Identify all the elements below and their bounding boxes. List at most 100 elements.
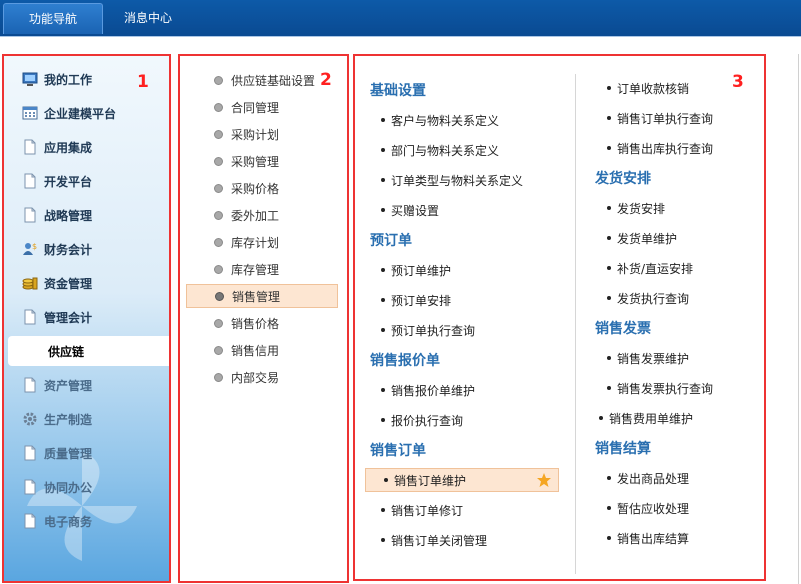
function-link[interactable]: 买赠设置 — [381, 198, 439, 222]
function-link-label: 销售出库结算 — [617, 531, 690, 546]
sidebar-item-dev-platform[interactable]: 开发平台 — [4, 166, 169, 196]
function-link[interactable]: 销售订单关闭管理 — [381, 528, 487, 552]
sidebar-item-app-integration[interactable]: 应用集成 — [4, 132, 169, 162]
tab-function-navigation[interactable]: 功能导航 — [3, 3, 103, 34]
function-link-label: 部门与物料关系定义 — [391, 143, 500, 158]
bullet-icon — [607, 536, 611, 540]
function-link[interactable]: 销售发票维护 — [607, 346, 689, 370]
function-link[interactable]: 预订单执行查询 — [381, 318, 475, 342]
function-link[interactable]: 销售出库执行查询 — [607, 136, 713, 160]
function-link-label: 销售订单维护 — [394, 473, 467, 488]
document-icon — [22, 173, 38, 189]
function-link-label: 订单收款核销 — [617, 81, 690, 96]
radio-dot-icon — [214, 183, 223, 193]
function-link[interactable]: 发出商品处理 — [607, 466, 689, 490]
function-link[interactable]: 预订单安排 — [381, 288, 451, 312]
sidebar-item-label: 企业建模平台 — [44, 106, 117, 121]
function-link[interactable]: 销售出库结算 — [607, 526, 689, 550]
module-item[interactable]: 采购价格 — [186, 176, 338, 200]
sidebar-item-label: 管理会计 — [44, 310, 93, 325]
tab-message-center[interactable]: 消息中心 — [106, 3, 190, 33]
module-item[interactable]: 采购计划 — [186, 122, 338, 146]
module-item-label: 采购计划 — [231, 127, 280, 142]
function-link[interactable]: 订单类型与物料关系定义 — [381, 168, 523, 192]
section-heading: 预订单 — [370, 233, 412, 249]
favorite-star-icon[interactable] — [536, 472, 552, 488]
bullet-icon — [607, 86, 611, 90]
desktop-icon — [22, 71, 38, 87]
sidebar-item-strategy[interactable]: 战略管理 — [4, 200, 169, 230]
function-link[interactable]: 销售报价单维护 — [381, 378, 475, 402]
module-item[interactable]: 销售信用 — [186, 338, 338, 362]
function-link[interactable]: 补货/直运安排 — [607, 256, 693, 280]
grid-icon — [22, 105, 38, 121]
sidebar-item-label: 资产管理 — [44, 378, 93, 393]
sidebar-item-label: 开发平台 — [44, 174, 93, 189]
sidebar-item-label: 协同办公 — [44, 480, 93, 495]
function-link[interactable]: 销售订单维护 — [365, 468, 559, 492]
svg-text:$: $ — [32, 242, 37, 251]
bullet-icon — [381, 538, 385, 542]
module-item[interactable]: 销售管理 — [186, 284, 338, 308]
function-link-label: 客户与物料关系定义 — [391, 113, 500, 128]
radio-dot-icon — [214, 75, 223, 85]
function-link-label: 销售发票维护 — [617, 351, 690, 366]
sidebar-item-enterprise-modeling[interactable]: 企业建模平台 — [4, 98, 169, 128]
function-link[interactable]: 销售订单执行查询 — [607, 106, 713, 130]
module-item[interactable]: 采购管理 — [186, 149, 338, 173]
sidebar-item-fund-management[interactable]: 资金管理 — [4, 268, 169, 298]
sidebar-item-asset-management[interactable]: 资产管理 — [4, 370, 169, 400]
function-link[interactable]: 销售费用单维护 — [599, 406, 693, 430]
module-item[interactable]: 库存计划 — [186, 230, 338, 254]
function-link[interactable]: 发货单维护 — [607, 226, 677, 250]
function-link[interactable]: 发货执行查询 — [607, 286, 689, 310]
sidebar-item-ecommerce[interactable]: 电子商务 — [4, 506, 169, 536]
function-link[interactable]: 报价执行查询 — [381, 408, 463, 432]
function-link[interactable]: 销售订单修订 — [381, 498, 463, 522]
sidebar-item-manufacturing[interactable]: 生产制造 — [4, 404, 169, 434]
module-item-label: 库存计划 — [231, 235, 280, 250]
function-link-label: 买赠设置 — [391, 203, 440, 218]
function-link-label: 销售订单修订 — [391, 503, 464, 518]
module-item[interactable]: 合同管理 — [186, 95, 338, 119]
function-link-label: 报价执行查询 — [391, 413, 464, 428]
sidebar-panel: 我的工作 企业建模平台 应用集成 开发平台 战略管理 $ 财务会计 资金管理 管… — [2, 54, 171, 583]
bullet-icon — [607, 296, 611, 300]
function-link[interactable]: 销售发票执行查询 — [607, 376, 713, 400]
module-item[interactable]: 委外加工 — [186, 203, 338, 227]
function-link[interactable]: 预订单维护 — [381, 258, 451, 282]
tab-content-strip — [0, 36, 801, 53]
panel-number-3: 3 — [732, 72, 744, 92]
sidebar-item-collaboration[interactable]: 协同办公 — [4, 472, 169, 502]
module-item[interactable]: 库存管理 — [186, 257, 338, 281]
sidebar-item-quality-management[interactable]: 质量管理 — [4, 438, 169, 468]
function-link[interactable]: 暂估应收处理 — [607, 496, 689, 520]
bullet-icon — [607, 386, 611, 390]
sidebar-item-supply-chain[interactable]: 供应链 — [8, 336, 169, 366]
function-link-label: 发货安排 — [617, 201, 666, 216]
sidebar-item-label: 财务会计 — [44, 242, 93, 257]
bullet-icon — [381, 508, 385, 512]
function-link[interactable]: 客户与物料关系定义 — [381, 108, 499, 132]
function-link[interactable]: 部门与物料关系定义 — [381, 138, 499, 162]
radio-dot-icon — [214, 102, 223, 112]
function-link[interactable]: 订单收款核销 — [607, 76, 689, 100]
function-link[interactable]: 发货安排 — [607, 196, 665, 220]
function-link-label: 暂估应收处理 — [617, 501, 690, 516]
module-item-label: 供应链基础设置 — [231, 73, 316, 88]
function-link-label: 预订单维护 — [391, 263, 452, 278]
sidebar-item-financial-accounting[interactable]: $ 财务会计 — [4, 234, 169, 264]
bullet-icon — [607, 506, 611, 510]
function-link-label: 补货/直运安排 — [617, 261, 694, 276]
sidebar-item-management-accounting[interactable]: 管理会计 — [4, 302, 169, 332]
document-icon — [22, 207, 38, 223]
bullet-icon — [599, 416, 603, 420]
module-item[interactable]: 内部交易 — [186, 365, 338, 389]
function-list-panel: 3 基础设置 客户与物料关系定义 部门与物料关系定义 订单类型与物料关系定义 买赠设置预… — [353, 54, 766, 581]
module-item-label: 合同管理 — [231, 100, 280, 115]
bullet-icon — [381, 388, 385, 392]
module-item[interactable]: 供应链基础设置 — [186, 68, 338, 92]
bullet-icon — [607, 116, 611, 120]
module-list-panel: 2 供应链基础设置 合同管理 采购计划 采购管理 采购价格 委外加工 库存计划 库存管理 销售管… — [178, 54, 349, 583]
module-item[interactable]: 销售价格 — [186, 311, 338, 335]
